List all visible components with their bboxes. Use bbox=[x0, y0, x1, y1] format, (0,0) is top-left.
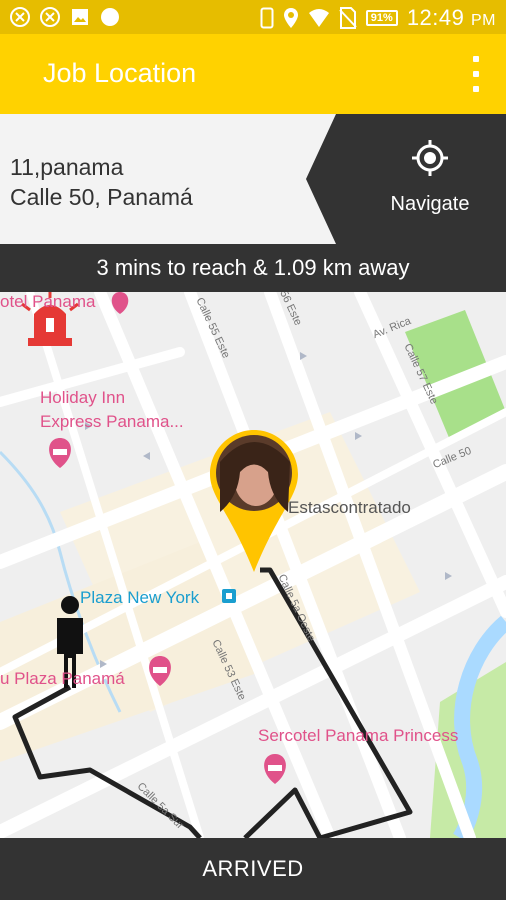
map-view[interactable]: otel Panama Holiday Inn Express Panama..… bbox=[0, 292, 506, 838]
poi-label-hotel: otel Panama bbox=[0, 292, 96, 311]
app-notification-icon bbox=[10, 7, 30, 27]
more-vert-icon[interactable] bbox=[466, 56, 486, 92]
menu-dot bbox=[473, 86, 479, 92]
pin-user-label: Estascontratado bbox=[288, 498, 411, 517]
status-right: 91% 12:49 PM bbox=[260, 5, 496, 31]
eta-distance-banner: 3 mins to reach & 1.09 km away bbox=[0, 244, 506, 292]
location-icon bbox=[283, 8, 298, 28]
poi-label-holiday-inn-2: Express Panama... bbox=[40, 412, 184, 431]
poi-label-plaza-panama: u Plaza Panamá bbox=[0, 669, 125, 688]
status-time: 12:49 PM bbox=[406, 5, 496, 30]
page-title: Job Location bbox=[43, 58, 197, 88]
no-sim-icon bbox=[339, 7, 357, 29]
address-panel: 11,panama Calle 50, Panamá Navigate bbox=[0, 114, 506, 244]
arrived-button[interactable]: ARRIVED bbox=[0, 838, 506, 900]
address-line-2: Calle 50, Panamá bbox=[10, 184, 193, 210]
status-left-icons bbox=[10, 7, 120, 27]
navigate-button-bg bbox=[306, 114, 506, 244]
app-notification-icon bbox=[40, 7, 60, 27]
navigate-button[interactable]: Navigate bbox=[306, 114, 506, 244]
address-line-1: 11,panama bbox=[10, 154, 124, 180]
menu-dot bbox=[473, 56, 479, 62]
phone-icon bbox=[260, 7, 274, 29]
menu-dot bbox=[473, 71, 479, 77]
app-bar: Job Location bbox=[0, 34, 506, 114]
gps-crosshair-icon bbox=[412, 140, 448, 176]
poi-label-holiday-inn: Holiday Inn bbox=[40, 388, 126, 407]
image-icon bbox=[72, 9, 88, 25]
status-bar: 91% 12:49 PM bbox=[0, 0, 506, 34]
map-canvas bbox=[0, 292, 506, 838]
poi-label-plaza-new-york: Plaza New York bbox=[80, 588, 200, 607]
wifi-icon bbox=[308, 9, 329, 27]
circle-icon bbox=[101, 8, 119, 26]
navigate-label: Navigate bbox=[390, 193, 470, 215]
battery-indicator: 91% bbox=[365, 10, 398, 26]
poi-label-sercotel: Sercotel Panama Princess bbox=[258, 726, 459, 745]
